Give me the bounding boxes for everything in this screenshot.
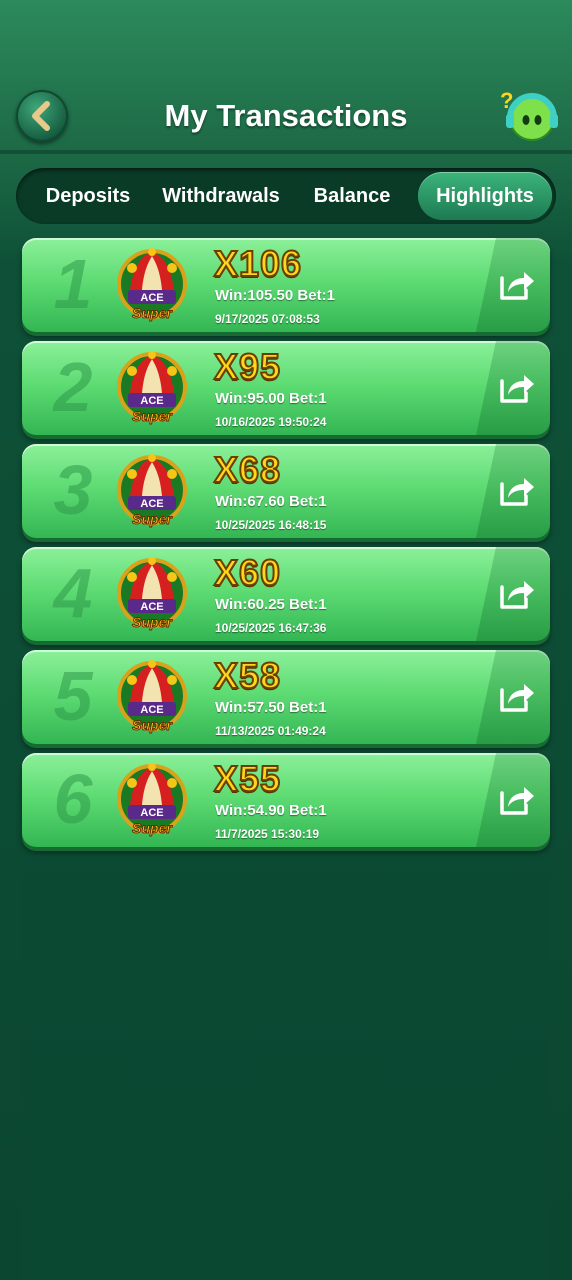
timestamp: 11/13/2025 01:49:24 xyxy=(215,724,326,738)
timestamp: 10/16/2025 19:50:24 xyxy=(215,415,327,429)
win-bet-text: Win:60.25 Bet:1 xyxy=(215,596,327,613)
tab-deposits[interactable]: Deposits xyxy=(28,172,148,220)
svg-text:Super: Super xyxy=(132,408,173,424)
win-bet-text: Win:57.50 Bet:1 xyxy=(215,699,327,716)
share-button[interactable] xyxy=(496,264,536,304)
share-button[interactable] xyxy=(496,779,536,819)
rank-number: 6 xyxy=(53,760,93,838)
support-bot-icon: ? xyxy=(500,88,558,141)
app-root: My Transactions ? Deposits Withdrawals B… xyxy=(0,0,572,1280)
svg-text:ACE: ACE xyxy=(140,704,163,716)
empty-area xyxy=(22,856,550,1280)
rank-number: 4 xyxy=(53,554,93,632)
highlight-row[interactable]: 3 ACE Super X68 Win:67.60 Bet:1 10/25/20… xyxy=(22,444,550,538)
multiplier: X55 xyxy=(213,758,282,800)
super-ace-icon: ACE Super xyxy=(116,452,188,528)
share-icon xyxy=(500,787,534,815)
super-ace-icon: ACE Super xyxy=(116,555,188,631)
share-icon xyxy=(500,478,534,506)
svg-text:Super: Super xyxy=(132,511,173,527)
multiplier: X68 xyxy=(213,449,282,491)
super-ace-icon: ACE Super xyxy=(116,658,188,734)
support-button[interactable]: ? xyxy=(498,86,560,146)
share-button[interactable] xyxy=(496,470,536,510)
highlight-row[interactable]: 4 ACE Super X60 Win:60.25 Bet:1 10/25/20… xyxy=(22,547,550,641)
svg-text:ACE: ACE xyxy=(140,395,163,407)
share-icon xyxy=(500,581,534,609)
tab-highlights[interactable]: Highlights xyxy=(418,172,552,220)
timestamp: 9/17/2025 07:08:53 xyxy=(215,312,320,326)
tab-withdrawals[interactable]: Withdrawals xyxy=(156,172,286,220)
highlight-row[interactable]: 2 ACE Super X95 Win:95.00 Bet:1 10/16/20… xyxy=(22,341,550,435)
multiplier: X58 xyxy=(213,655,282,697)
header: My Transactions ? xyxy=(0,0,572,154)
highlight-row[interactable]: 5 ACE Super X58 Win:57.50 Bet:1 11/13/20… xyxy=(22,650,550,744)
svg-text:ACE: ACE xyxy=(140,498,163,510)
svg-text:ACE: ACE xyxy=(140,292,163,304)
svg-text:ACE: ACE xyxy=(140,807,163,819)
super-ace-icon: ACE Super xyxy=(116,246,188,322)
rank-number: 2 xyxy=(53,348,93,426)
timestamp: 11/7/2025 15:30:19 xyxy=(215,827,320,841)
rank-number: 3 xyxy=(53,451,93,529)
svg-text:Super: Super xyxy=(132,717,173,733)
highlight-row[interactable]: 6 ACE Super X55 Win:54.90 Bet:1 11/7/202… xyxy=(22,753,550,847)
share-button[interactable] xyxy=(496,367,536,407)
rank-number: 5 xyxy=(53,657,93,735)
win-bet-text: Win:67.60 Bet:1 xyxy=(215,493,327,510)
share-button[interactable] xyxy=(496,573,536,613)
page-title: My Transactions xyxy=(164,98,408,133)
svg-text:ACE: ACE xyxy=(140,601,163,613)
tab-balance[interactable]: Balance xyxy=(296,172,408,220)
multiplier: X60 xyxy=(213,552,282,594)
share-icon xyxy=(500,684,534,712)
header-divider xyxy=(0,150,572,154)
multiplier: X106 xyxy=(213,243,303,285)
win-bet-text: Win:95.00 Bet:1 xyxy=(215,390,327,407)
timestamp: 10/25/2025 16:48:15 xyxy=(215,518,327,532)
tab-bar: Deposits Withdrawals Balance Highlights xyxy=(16,168,556,224)
svg-text:Super: Super xyxy=(132,614,173,630)
highlight-row[interactable]: 1 ACE Super X106 Win:105.50 Bet:1 9/17/2… xyxy=(22,238,550,332)
rank-number: 1 xyxy=(53,245,93,323)
timestamp: 10/25/2025 16:47:36 xyxy=(215,621,327,635)
share-button[interactable] xyxy=(496,676,536,716)
multiplier: X95 xyxy=(213,346,282,388)
super-ace-icon: ACE Super xyxy=(116,349,188,425)
win-bet-text: Win:54.90 Bet:1 xyxy=(215,802,327,819)
share-icon xyxy=(500,272,534,300)
share-icon xyxy=(500,375,534,403)
win-bet-text: Win:105.50 Bet:1 xyxy=(215,287,335,304)
super-ace-icon: ACE Super xyxy=(116,761,188,837)
svg-text:Super: Super xyxy=(132,820,173,836)
svg-text:Super: Super xyxy=(132,305,173,321)
